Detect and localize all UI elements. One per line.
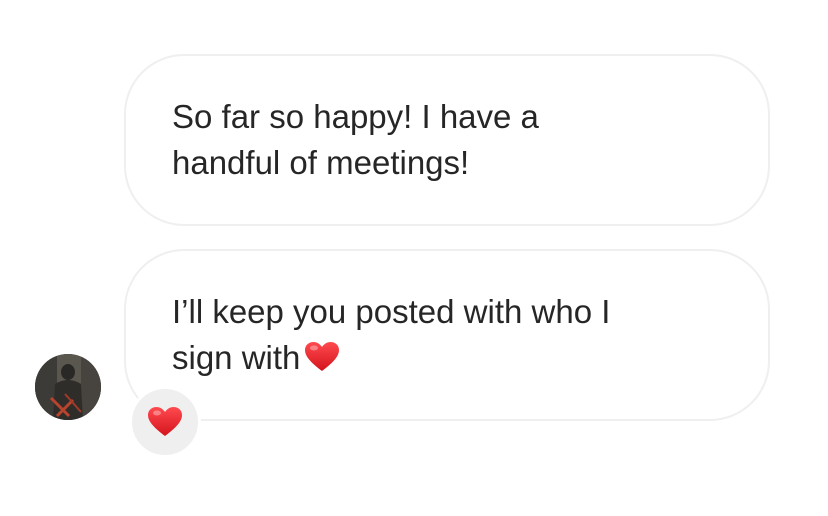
message-thread: So far so happy! I have a handful of mee… [0,0,828,516]
message-bubble[interactable]: I’ll keep you posted with who I sign wit… [124,249,770,421]
message-text-line: So far so happy! I have a [172,98,539,135]
message-text-fragment: sign with [172,339,301,376]
red-heart-icon [147,406,183,438]
message-text-line: sign with [172,335,724,381]
reaction-badge[interactable] [129,386,201,458]
avatar[interactable] [35,354,101,420]
message-bubble[interactable]: So far so happy! I have a handful of mee… [124,54,770,226]
message-text-line: handful of meetings! [172,144,470,181]
message-text-line: I’ll keep you posted with who I [172,293,611,330]
red-heart-icon [304,341,340,373]
